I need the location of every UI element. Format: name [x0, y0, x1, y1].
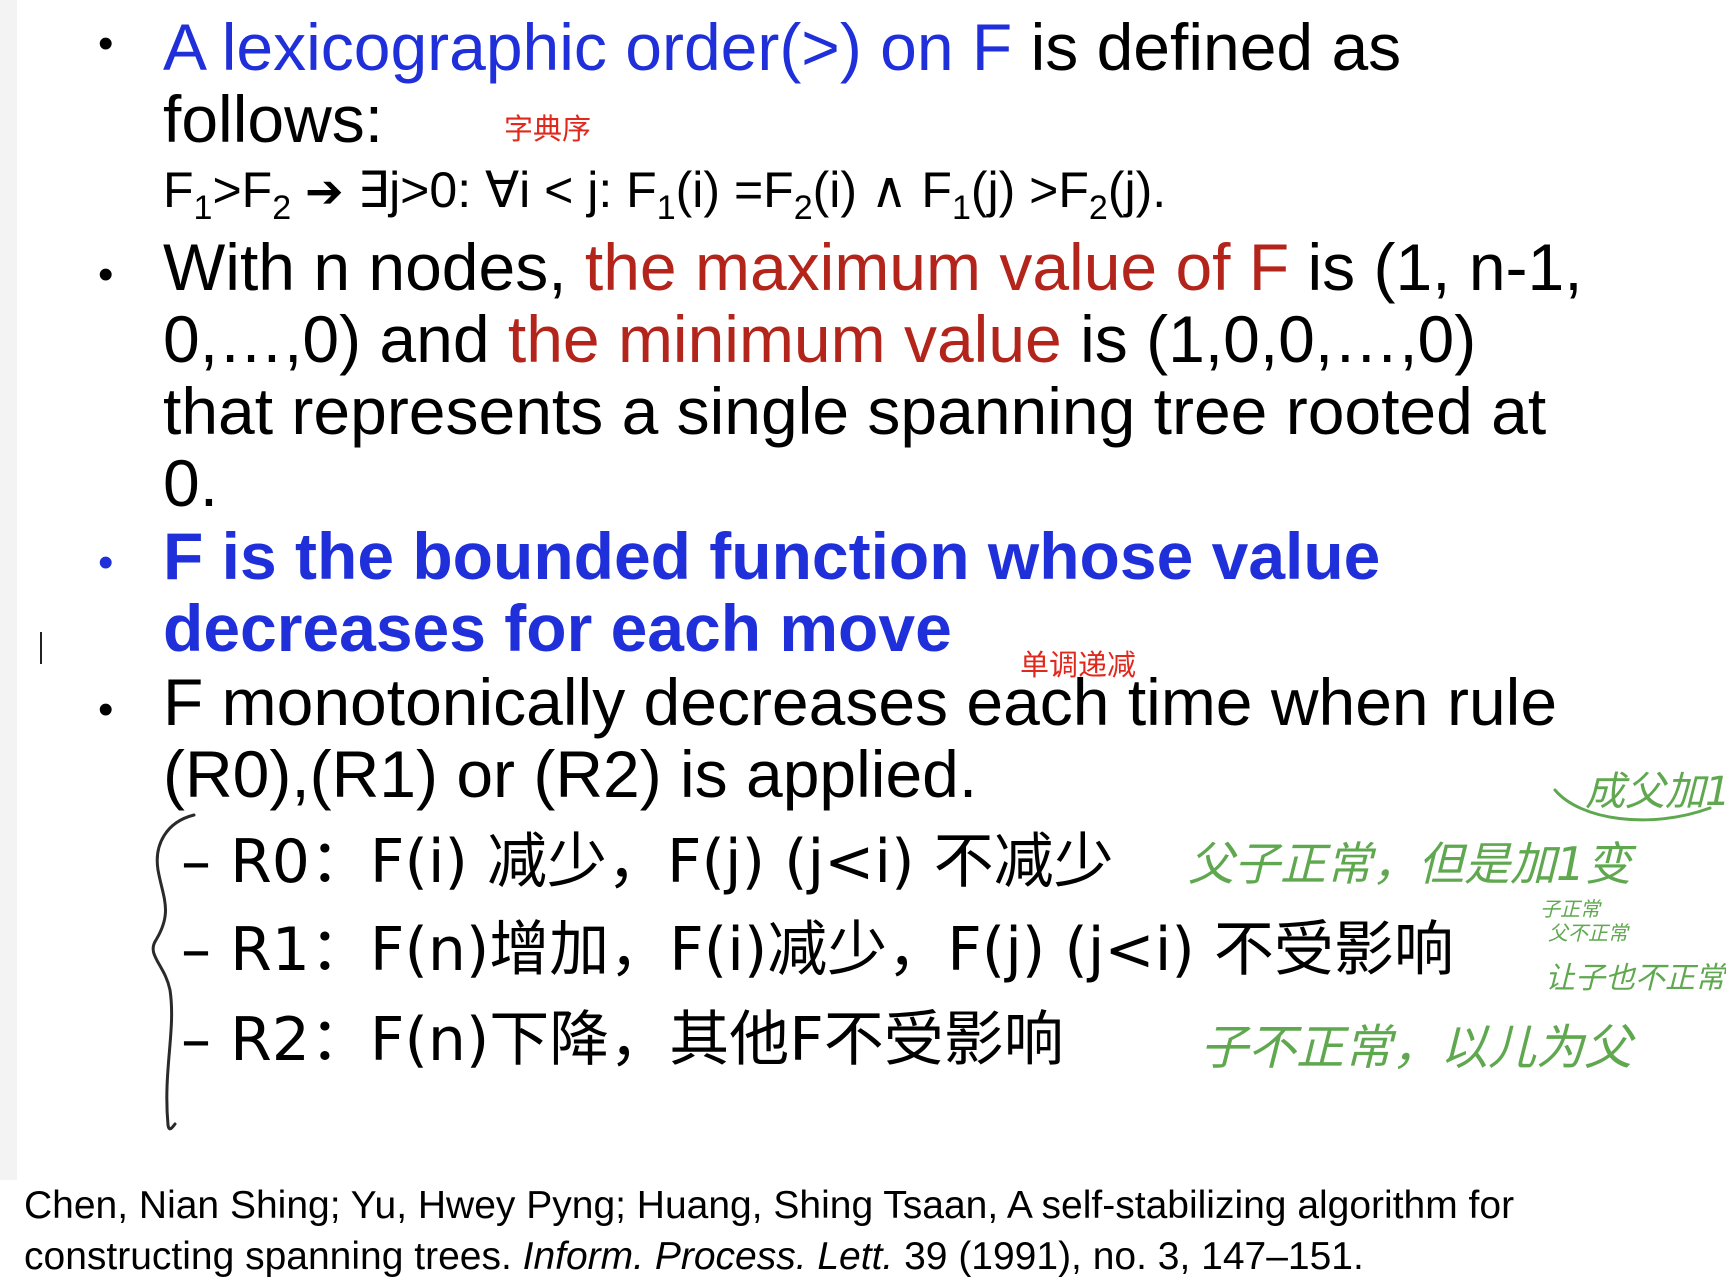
handwritten-r2-note: 子不正常，以儿为父	[1200, 1020, 1636, 1076]
handwritten-r1-note-a: 子正常	[1540, 897, 1602, 921]
handwritten-top-note: 成父加1	[1585, 769, 1726, 815]
handwritten-r1-note-b: 父不正常	[1548, 921, 1630, 945]
reference-line-1: Chen, Nian Shing; Yu, Hwey Pyng; Huang, …	[24, 1184, 1515, 1227]
reference-line-2: constructing spanning trees. Inform. Pro…	[24, 1235, 1364, 1278]
handwritten-r1-note-c: 让子也不正常	[1545, 961, 1726, 996]
journal-name: Inform. Process. Lett.	[522, 1235, 894, 1278]
handwritten-r0-note: 父子正常，但是加1变	[1188, 837, 1637, 891]
handwriting-layer: 成父加1 父子正常，但是加1变 子正常 父不正常 让子也不正常 子不正常，以儿为…	[151, 769, 1726, 1131]
curly-brace-handwritten	[151, 813, 196, 1131]
